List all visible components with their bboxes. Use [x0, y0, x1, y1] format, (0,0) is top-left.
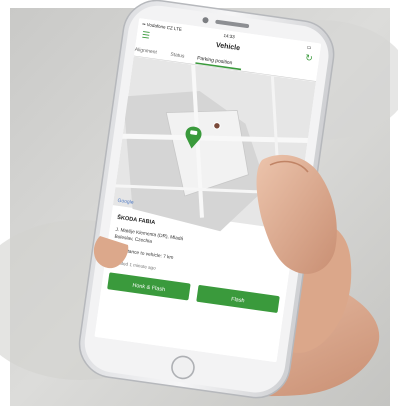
user-location-icon — [213, 122, 221, 130]
refresh-icon[interactable]: ↻ — [305, 52, 314, 63]
photo: •• Vodafone CZ LTE 14:33 ▭ ☰ Vehicle ↻ A… — [0, 0, 398, 411]
menu-icon[interactable]: ☰ — [141, 30, 150, 41]
